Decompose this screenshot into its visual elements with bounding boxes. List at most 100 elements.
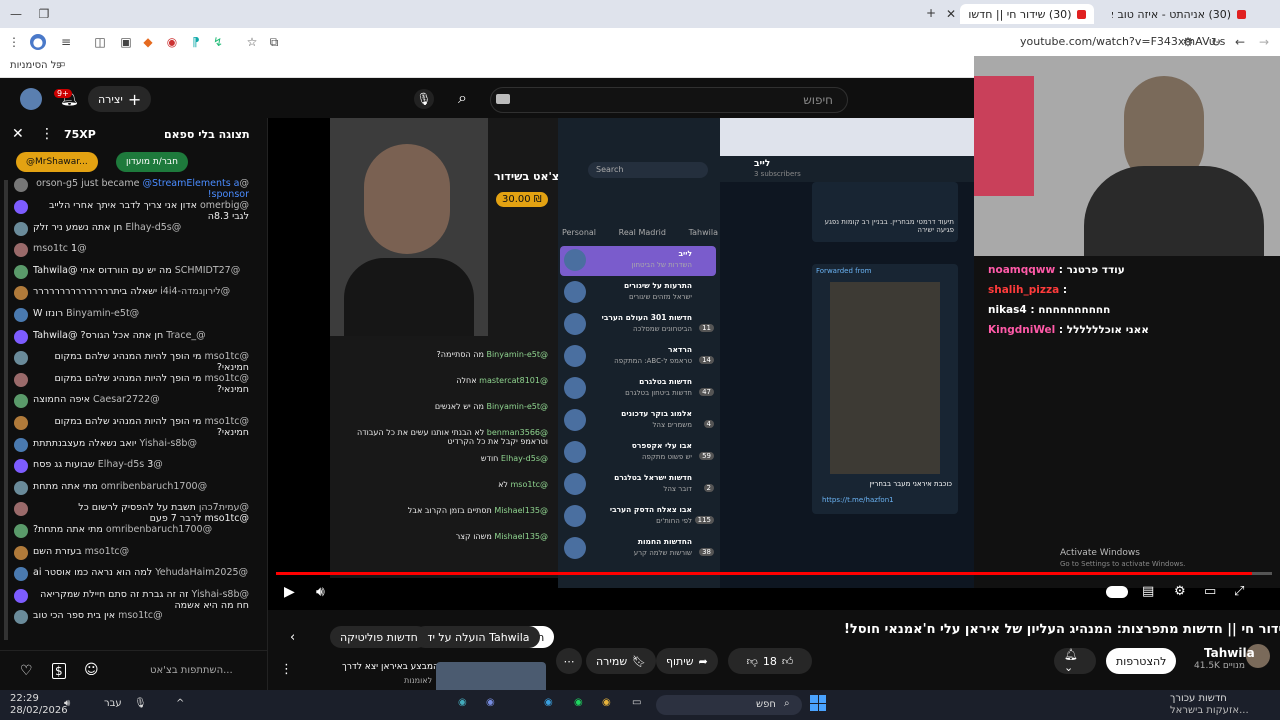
avatar[interactable]: [20, 88, 42, 110]
chat-author[interactable]: @omribenbaruch1700: [106, 524, 212, 535]
avatar[interactable]: [14, 567, 28, 582]
dislike-icon[interactable]: 👎︎: [747, 655, 758, 668]
telegram-channel-item[interactable]: החדשות החמות שורשות שלמה קרע 38: [560, 534, 716, 564]
chevron-left-icon[interactable]: ‹: [290, 630, 295, 645]
join-button[interactable]: להצטרפות: [1106, 648, 1177, 674]
volume-icon[interactable]: 🔊︎: [316, 584, 325, 600]
avatar[interactable]: [14, 459, 28, 474]
profile-icon[interactable]: ●: [30, 34, 46, 50]
telegram-channel-item[interactable]: אבו עלי אקספרס יש פשוט מתקפה 59: [560, 438, 716, 468]
chat-author[interactable]: @mso1tc: [204, 351, 249, 362]
avatar[interactable]: [14, 200, 28, 214]
menu-dots-icon[interactable]: ⋮: [6, 34, 22, 50]
subtitles-icon[interactable]: ▤: [1142, 584, 1154, 599]
reload-icon[interactable]: ↻: [1208, 34, 1224, 50]
folder-tab[interactable]: Personal: [562, 228, 596, 237]
chat-author[interactable]: @omerbig: [200, 200, 249, 211]
search-input[interactable]: חיפוש: [490, 87, 848, 113]
avatar[interactable]: [14, 308, 28, 322]
volume-icon[interactable]: 🔊︎: [64, 698, 70, 709]
related-video-thumbnail[interactable]: [436, 662, 546, 690]
chat-author[interactable]: @Elhay-d5s: [98, 459, 163, 470]
close-icon[interactable]: ✕: [12, 126, 24, 142]
start-icon[interactable]: [810, 695, 826, 711]
channel-name[interactable]: Tahwila: [1204, 646, 1255, 660]
avatar[interactable]: [14, 351, 28, 366]
video-player[interactable]: צ'אט בשידור 30.00 ₪ @Binyamin-e5t מה הסת…: [268, 56, 1280, 610]
avatar[interactable]: [14, 416, 28, 430]
play-icon[interactable]: ▶: [284, 584, 295, 600]
chat-author[interactable]: @Elhay-d5s: [125, 222, 181, 233]
tab-other-video[interactable]: (30) אניהתט - איזה טוב אני נראה: [1104, 4, 1254, 24]
microphone-icon[interactable]: 🎙︎: [134, 698, 147, 709]
folder-tab[interactable]: Tahwila: [689, 228, 718, 237]
like-dislike-group[interactable]: 👎︎ 18 👍︎: [728, 648, 812, 674]
telegram-search-input[interactable]: Search: [588, 162, 708, 178]
telegram-channel-item[interactable]: הרדאר טראמפ ל-ABC: המתקפה 14: [560, 342, 716, 372]
more-actions-button[interactable]: ⋯: [556, 648, 582, 674]
telegram-icon[interactable]: ◉: [544, 697, 553, 708]
extension-icon[interactable]: ↯: [210, 34, 226, 50]
cast-icon[interactable]: ⧉: [266, 34, 282, 50]
puzzle-icon[interactable]: ◫: [92, 34, 108, 50]
chat-mode-title[interactable]: תצוגה בלי ספאם: [164, 128, 250, 141]
avatar[interactable]: [14, 524, 28, 538]
telegram-channel-item[interactable]: חדשות 301 העולם הערבי הביטחונים שמסלכה 11: [560, 310, 716, 340]
chat-author[interactable]: @SCHMIDT27: [175, 265, 241, 276]
extension-icon[interactable]: ◆: [140, 34, 156, 50]
microphone-icon[interactable]: 🎙︎: [414, 89, 434, 109]
chat-scrollbar[interactable]: [4, 180, 8, 640]
avatar[interactable]: [14, 264, 28, 279]
more-options-icon[interactable]: ⋮: [280, 662, 293, 677]
chat-author[interactable]: @mso1tc: [204, 373, 249, 384]
telegram-channel-item[interactable]: אבו צאלח הדסק הערבי לפי החות'ים 115: [560, 502, 716, 532]
chat-author[interactable]: @mso1tc: [118, 610, 163, 621]
user-chip[interactable]: @MrShawar...: [16, 152, 98, 172]
restore-window-icon[interactable]: ❐: [36, 6, 52, 22]
tab-live-stream[interactable]: (30) שידור חי || חדשות מתפ...: [960, 4, 1094, 24]
extension-icon[interactable]: ▣: [118, 34, 134, 50]
news-widget-title[interactable]: חדשות עכורך: [1170, 693, 1227, 704]
chat-author[interactable]: @mso1tc: [204, 416, 249, 427]
telegram-channel-item[interactable]: חדשות ישראל בטלגרם דובר צהל 2: [560, 470, 716, 500]
chat-author[interactable]: @_Trace: [166, 330, 205, 341]
minimize-window-icon[interactable]: —: [8, 6, 24, 22]
save-button[interactable]: שמירה 🔖︎: [586, 648, 657, 674]
chat-author[interactable]: @Binyamin-e5t: [66, 308, 139, 319]
telegram-channel-item[interactable]: התרעות על שיגורים ישראל מזהים שיגורים: [560, 278, 716, 308]
miniplayer-icon[interactable]: ▭: [1204, 584, 1216, 599]
all-bookmarks-link[interactable]: כל הסימניות: [10, 60, 62, 71]
settings-icon[interactable]: ⚙: [1174, 584, 1186, 599]
spotify-icon[interactable]: ◉: [574, 697, 583, 708]
avatar[interactable]: [14, 372, 28, 387]
close-tab-icon[interactable]: ✕: [946, 7, 956, 21]
create-button[interactable]: יצירה +: [88, 86, 152, 112]
chat-author[interactable]: @עמית7כהן: [199, 502, 249, 513]
task-view-icon[interactable]: ▭: [632, 697, 641, 708]
forward-icon[interactable]: →: [1256, 34, 1272, 50]
avatar[interactable]: [14, 480, 28, 495]
avatar[interactable]: [14, 437, 28, 452]
avatar[interactable]: [14, 286, 28, 301]
extension-icon[interactable]: ◉: [164, 34, 180, 50]
video-thumbnail[interactable]: [830, 282, 940, 474]
avatar[interactable]: [14, 588, 28, 603]
filter-chip-politics[interactable]: חדשות פוליטיקה: [330, 626, 428, 648]
chat-input[interactable]: השתתפות בצ'אט...: [150, 665, 233, 676]
bookmark-star-icon[interactable]: ☆: [244, 34, 260, 50]
taskbar-search[interactable]: חפש ⌕: [656, 695, 802, 715]
translate-icon[interactable]: ⁋: [188, 34, 204, 50]
keyboard-icon[interactable]: [496, 94, 510, 104]
extension-icon[interactable]: ≡: [58, 34, 74, 50]
fullscreen-icon[interactable]: ⤢: [1234, 584, 1244, 599]
language-indicator[interactable]: עבר: [104, 698, 122, 709]
chat-author[interactable]: @Yishai-s8b: [139, 438, 197, 449]
chat-author[interactable]: @YehudaHaim2025: [155, 567, 248, 578]
super-chat-icon[interactable]: $: [52, 663, 66, 679]
back-icon[interactable]: ←: [1232, 34, 1248, 50]
like-icon[interactable]: 👍︎: [782, 655, 794, 668]
chat-author[interactable]: @Caesar2722: [93, 394, 160, 405]
heart-icon[interactable]: ♡: [20, 663, 33, 679]
tray-chevron-icon[interactable]: ^: [176, 698, 184, 709]
post-link[interactable]: https://t.me/hazfon1: [822, 496, 894, 504]
